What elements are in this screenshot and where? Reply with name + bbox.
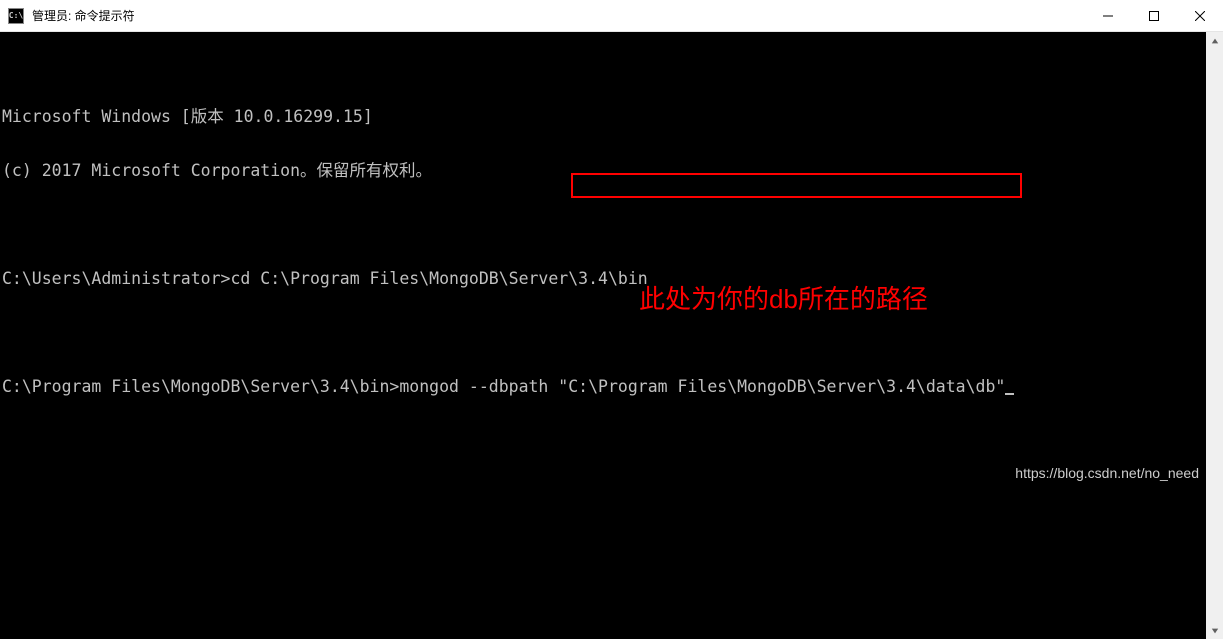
output-line: Microsoft Windows [版本 10.0.16299.15] (2, 108, 1221, 126)
prompt: C:\Users\Administrator> (2, 269, 230, 288)
window-controls (1085, 0, 1223, 31)
window-titlebar: C:\ 管理员: 命令提示符 (0, 0, 1223, 32)
output-line (2, 216, 1221, 234)
maximize-button[interactable] (1131, 0, 1177, 31)
command-text: cd C:\Program Files\MongoDB\Server\3.4\b… (230, 269, 647, 288)
titlebar-left: C:\ 管理员: 命令提示符 (0, 7, 135, 24)
scrollbar-track[interactable] (1206, 49, 1223, 622)
scroll-down-button[interactable] (1206, 622, 1223, 639)
cmd-icon: C:\ (8, 8, 24, 24)
prompt: C:\Program Files\MongoDB\Server\3.4\bin> (2, 377, 399, 396)
annotation-label: 此处为你的db所在的路径 (639, 290, 928, 308)
cursor-icon (1005, 393, 1014, 395)
vertical-scrollbar[interactable] (1206, 32, 1223, 639)
terminal-content: Microsoft Windows [版本 10.0.16299.15] (c)… (2, 72, 1221, 486)
window-title: 管理员: 命令提示符 (32, 7, 135, 24)
command-text: mongod --dbpath " (399, 377, 568, 396)
scroll-up-button[interactable] (1206, 32, 1223, 49)
command-line: C:\Users\Administrator>cd C:\Program Fil… (2, 270, 1221, 288)
command-line: C:\Program Files\MongoDB\Server\3.4\bin>… (2, 378, 1221, 396)
output-line: (c) 2017 Microsoft Corporation。保留所有权利。 (2, 162, 1221, 180)
close-button[interactable] (1177, 0, 1223, 31)
terminal-area[interactable]: Microsoft Windows [版本 10.0.16299.15] (c)… (0, 32, 1223, 639)
command-path: C:\Program Files\MongoDB\Server\3.4\data… (568, 377, 995, 396)
output-line (2, 324, 1221, 342)
minimize-button[interactable] (1085, 0, 1131, 31)
command-text: " (995, 377, 1005, 396)
watermark-text: https://blog.csdn.net/no_need (1015, 464, 1199, 482)
